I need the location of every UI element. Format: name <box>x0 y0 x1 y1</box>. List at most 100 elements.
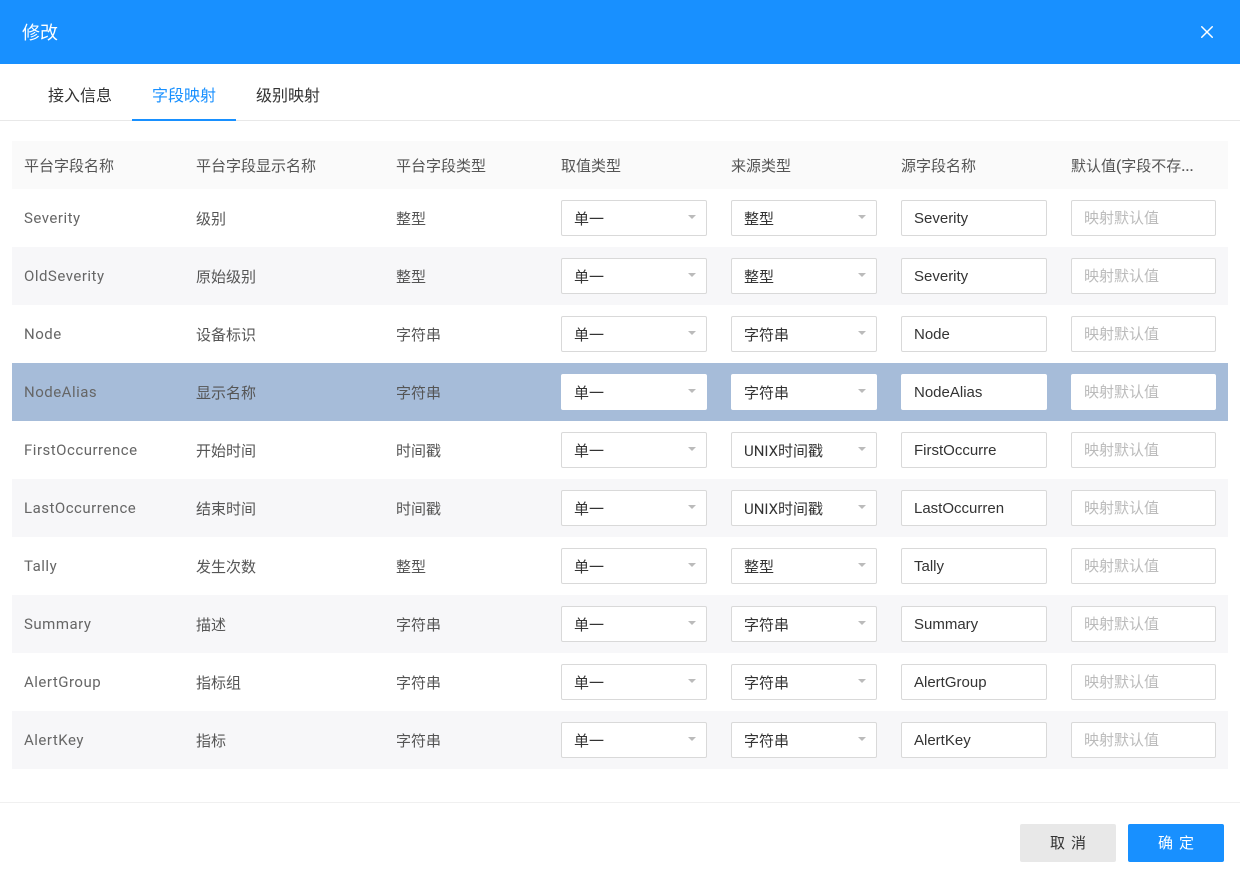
cell-platform-display: 显示名称 <box>184 382 384 403</box>
cell-platform-field: Severity <box>12 209 184 227</box>
value-type-select[interactable]: 单一 <box>561 606 707 642</box>
cell-platform-type: 时间戳 <box>384 498 549 519</box>
table-row[interactable]: OldSeverity原始级别整型单一整型 <box>12 247 1228 305</box>
cell-value-type: 单一 <box>549 316 719 352</box>
value-type-select[interactable]: 单一 <box>561 432 707 468</box>
table-row[interactable]: Severity级别整型单一整型 <box>12 189 1228 247</box>
field-mapping-table: 平台字段名称 平台字段显示名称 平台字段类型 取值类型 来源类型 源字段名称 默… <box>0 123 1240 802</box>
tab-0[interactable]: 接入信息 <box>28 64 132 120</box>
cell-source-type: 字符串 <box>719 316 889 352</box>
source-field-input[interactable] <box>901 490 1047 526</box>
cell-source-type: 整型 <box>719 548 889 584</box>
cell-platform-field: FirstOccurrence <box>12 441 184 459</box>
tab-2[interactable]: 级别映射 <box>236 64 340 120</box>
chevron-down-icon <box>686 499 698 517</box>
default-value-input[interactable] <box>1071 316 1216 352</box>
source-field-input[interactable] <box>901 316 1047 352</box>
table-row[interactable]: LastOccurrence结束时间时间戳单一UNIX时间戳 <box>12 479 1228 537</box>
cell-source-type: 字符串 <box>719 722 889 758</box>
value-type-select[interactable]: 单一 <box>561 316 707 352</box>
chevron-down-icon <box>686 325 698 343</box>
close-icon[interactable] <box>1196 21 1218 43</box>
table-row[interactable]: FirstOccurrence开始时间时间戳单一UNIX时间戳 <box>12 421 1228 479</box>
cell-value-type: 单一 <box>549 490 719 526</box>
cell-source-field <box>889 722 1059 758</box>
cell-default-value <box>1059 374 1228 410</box>
cell-platform-type: 整型 <box>384 208 549 229</box>
source-field-input[interactable] <box>901 258 1047 294</box>
source-field-input[interactable] <box>901 200 1047 236</box>
value-type-select[interactable]: 单一 <box>561 548 707 584</box>
table-row[interactable]: AlertKey指标字符串单一字符串 <box>12 711 1228 769</box>
default-value-input[interactable] <box>1071 200 1216 236</box>
value-type-select[interactable]: 单一 <box>561 258 707 294</box>
source-field-input[interactable] <box>901 374 1047 410</box>
value-type-select[interactable]: 单一 <box>561 490 707 526</box>
value-type-select[interactable]: 单一 <box>561 664 707 700</box>
ok-button[interactable]: 确定 <box>1128 824 1224 862</box>
value-type-select[interactable]: 单一 <box>561 374 707 410</box>
source-field-input[interactable] <box>901 432 1047 468</box>
chevron-down-icon <box>856 615 868 633</box>
default-value-input[interactable] <box>1071 374 1216 410</box>
default-value-input[interactable] <box>1071 722 1216 758</box>
table-row[interactable]: Node设备标识字符串单一字符串 <box>12 305 1228 363</box>
tab-1[interactable]: 字段映射 <box>132 64 236 120</box>
cell-source-type: 字符串 <box>719 374 889 410</box>
source-type-select[interactable]: 整型 <box>731 548 877 584</box>
cell-source-field <box>889 490 1059 526</box>
source-field-input[interactable] <box>901 664 1047 700</box>
cell-value-type: 单一 <box>549 258 719 294</box>
cell-value-type: 单一 <box>549 664 719 700</box>
value-type-select[interactable]: 单一 <box>561 722 707 758</box>
default-value-input[interactable] <box>1071 258 1216 294</box>
source-type-select[interactable]: UNIX时间戳 <box>731 490 877 526</box>
modal-header: 修改 <box>0 0 1240 64</box>
source-type-select[interactable]: 字符串 <box>731 722 877 758</box>
source-field-input[interactable] <box>901 722 1047 758</box>
cell-platform-field: OldSeverity <box>12 267 184 285</box>
chevron-down-icon <box>856 557 868 575</box>
table-body[interactable]: Severity级别整型单一整型OldSeverity原始级别整型单一整型Nod… <box>12 189 1228 769</box>
cell-platform-type: 时间戳 <box>384 440 549 461</box>
chevron-down-icon <box>856 673 868 691</box>
source-field-input[interactable] <box>901 606 1047 642</box>
table-row[interactable]: NodeAlias显示名称字符串单一字符串 <box>12 363 1228 421</box>
value-type-select[interactable]: 单一 <box>561 200 707 236</box>
tabs: 接入信息字段映射级别映射 <box>0 64 1240 121</box>
table-row[interactable]: AlertGroup指标组字符串单一字符串 <box>12 653 1228 711</box>
cell-source-type: 字符串 <box>719 606 889 642</box>
table-row[interactable]: Summary描述字符串单一字符串 <box>12 595 1228 653</box>
cell-platform-type: 字符串 <box>384 614 549 635</box>
cell-source-field <box>889 200 1059 236</box>
source-type-select[interactable]: UNIX时间戳 <box>731 432 877 468</box>
cancel-button[interactable]: 取消 <box>1020 824 1116 862</box>
cell-platform-display: 原始级别 <box>184 266 384 287</box>
cell-platform-type: 字符串 <box>384 382 549 403</box>
source-type-select[interactable]: 字符串 <box>731 316 877 352</box>
default-value-input[interactable] <box>1071 432 1216 468</box>
chevron-down-icon <box>856 499 868 517</box>
default-value-input[interactable] <box>1071 606 1216 642</box>
cell-default-value <box>1059 606 1228 642</box>
chevron-down-icon <box>686 731 698 749</box>
chevron-down-icon <box>686 441 698 459</box>
source-type-select[interactable]: 字符串 <box>731 664 877 700</box>
cell-default-value <box>1059 316 1228 352</box>
chevron-down-icon <box>856 325 868 343</box>
default-value-input[interactable] <box>1071 490 1216 526</box>
cell-source-field <box>889 316 1059 352</box>
source-type-select[interactable]: 整型 <box>731 258 877 294</box>
cell-source-type: 整型 <box>719 200 889 236</box>
cell-source-field <box>889 258 1059 294</box>
chevron-down-icon <box>686 673 698 691</box>
source-type-select[interactable]: 字符串 <box>731 374 877 410</box>
cell-platform-display: 指标 <box>184 730 384 751</box>
source-type-select[interactable]: 字符串 <box>731 606 877 642</box>
default-value-input[interactable] <box>1071 548 1216 584</box>
cell-source-type: 整型 <box>719 258 889 294</box>
table-row[interactable]: Tally发生次数整型单一整型 <box>12 537 1228 595</box>
default-value-input[interactable] <box>1071 664 1216 700</box>
source-field-input[interactable] <box>901 548 1047 584</box>
source-type-select[interactable]: 整型 <box>731 200 877 236</box>
